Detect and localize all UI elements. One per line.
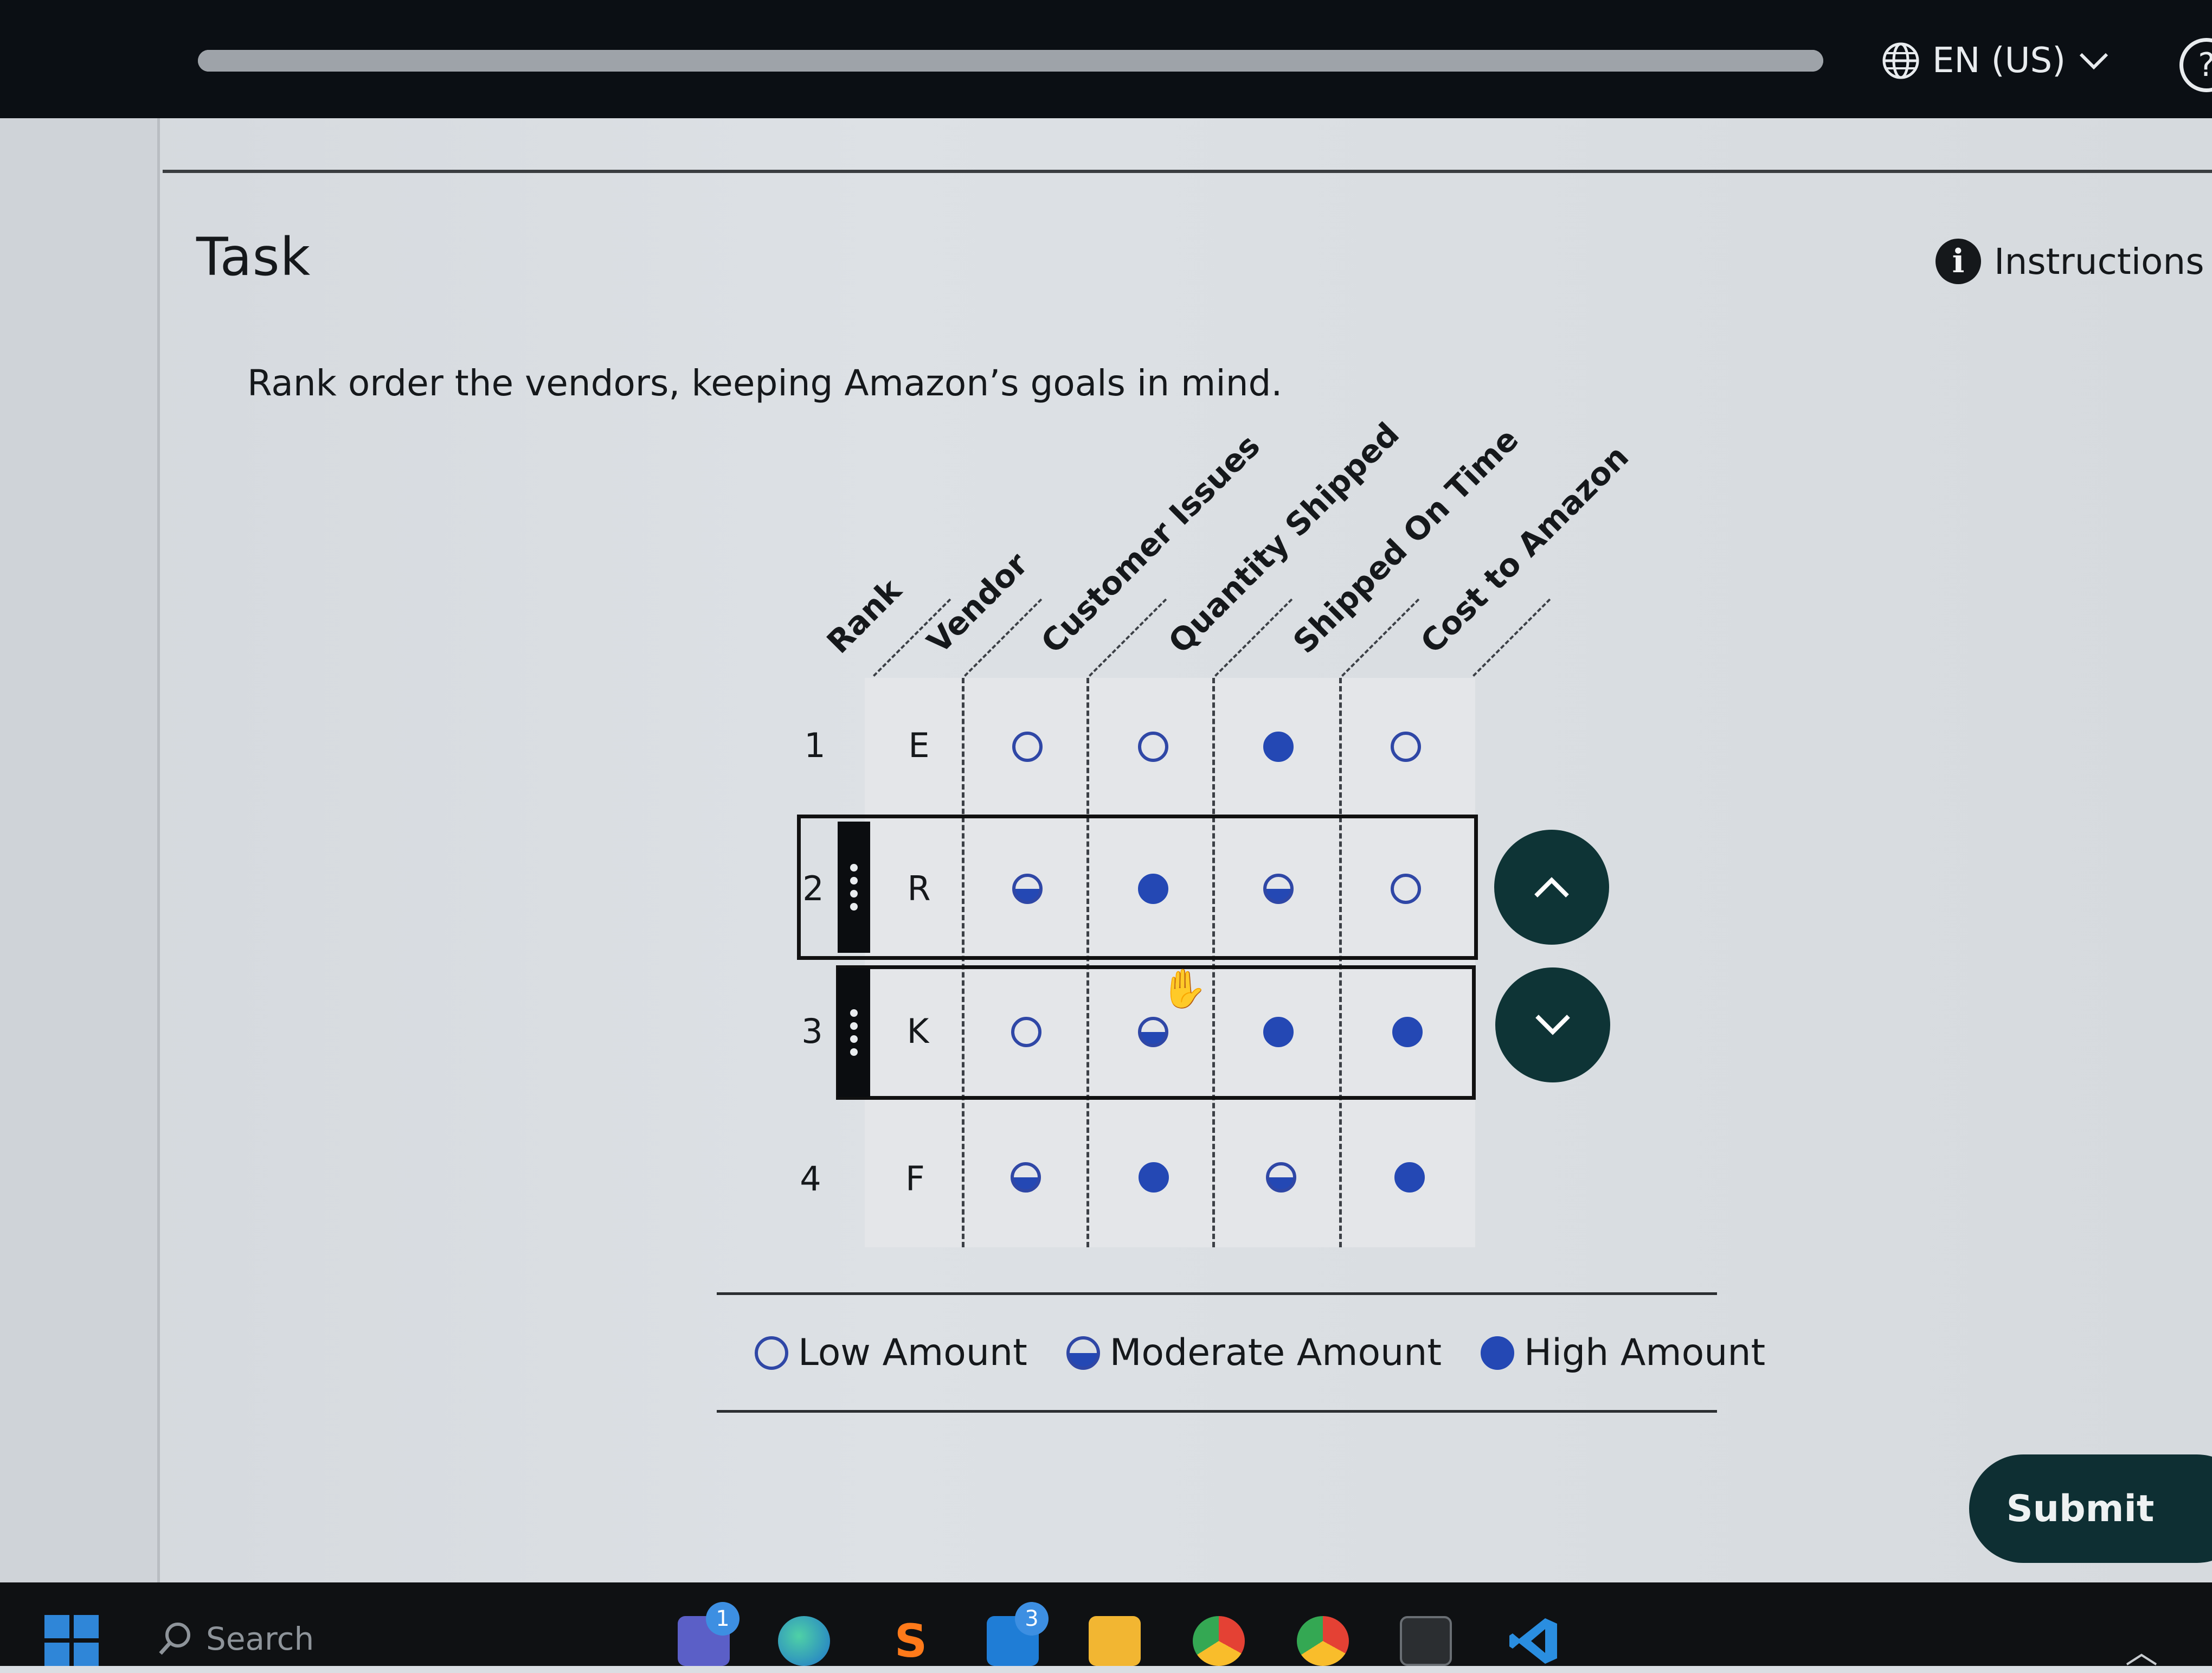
drag-handle-row-3[interactable] bbox=[838, 968, 870, 1097]
vendor-cell: K bbox=[906, 1011, 929, 1051]
low-amount-icon bbox=[1012, 732, 1043, 762]
taskbar-search[interactable]: Search bbox=[157, 1620, 314, 1657]
language-selector[interactable]: EN (US) bbox=[1881, 34, 2110, 88]
teams-icon[interactable]: 1 bbox=[678, 1602, 740, 1666]
rank-cell: 1 bbox=[804, 726, 826, 765]
left-margin bbox=[0, 118, 160, 1582]
column-divider bbox=[1470, 678, 1473, 1247]
high-amount-icon bbox=[1138, 874, 1168, 904]
header-divider bbox=[163, 170, 2212, 173]
notification-badge: 1 bbox=[706, 1602, 740, 1636]
moderate-amount-icon bbox=[1012, 874, 1043, 904]
mail-icon[interactable]: 3 bbox=[987, 1602, 1049, 1666]
os-taskbar: Search 1 S 3 ︿ bbox=[0, 1582, 2212, 1671]
language-label: EN (US) bbox=[1932, 41, 2066, 81]
legend-label: Low Amount bbox=[798, 1331, 1027, 1374]
moderate-amount-icon bbox=[1066, 1336, 1100, 1370]
vendor-cell: R bbox=[907, 869, 931, 908]
progress-bar bbox=[198, 50, 1823, 72]
column-divider bbox=[1339, 678, 1342, 1247]
legend-item-high: High Amount bbox=[1480, 1331, 1766, 1374]
terminal-icon[interactable] bbox=[1400, 1616, 1452, 1666]
top-bar: EN (US) ? bbox=[0, 0, 2212, 118]
chrome-profile-icon[interactable] bbox=[1297, 1616, 1349, 1666]
chrome-icon[interactable] bbox=[1193, 1616, 1245, 1666]
vendor-cell: E bbox=[908, 726, 930, 765]
low-amount-icon bbox=[1391, 874, 1421, 904]
drag-handle-row-2[interactable] bbox=[838, 822, 870, 953]
progress-bar-fill bbox=[198, 50, 1823, 72]
chevron-down-icon bbox=[2079, 53, 2108, 70]
move-up-button[interactable] bbox=[1494, 830, 1609, 945]
high-amount-icon bbox=[1139, 1162, 1169, 1193]
file-explorer-icon[interactable] bbox=[1089, 1616, 1141, 1666]
column-divider bbox=[962, 678, 964, 1247]
vscode-icon[interactable] bbox=[1507, 1616, 1559, 1666]
legend-label: Moderate Amount bbox=[1109, 1331, 1442, 1374]
high-amount-icon bbox=[1263, 732, 1294, 762]
chevron-up-icon bbox=[1534, 877, 1569, 898]
taskbar-search-placeholder: Search bbox=[206, 1620, 314, 1657]
column-divider bbox=[1086, 678, 1089, 1247]
ranking-table bbox=[865, 678, 1475, 1247]
sublime-text-icon[interactable]: S bbox=[885, 1616, 937, 1666]
low-amount-icon bbox=[1011, 1017, 1041, 1047]
chevron-down-icon bbox=[1535, 1015, 1570, 1035]
instructions-button[interactable]: i Instructions bbox=[1935, 239, 2204, 284]
rank-cell: 2 bbox=[802, 869, 824, 908]
page-title: Task bbox=[196, 227, 311, 287]
submit-button[interactable]: Submit bbox=[1969, 1454, 2212, 1563]
search-icon bbox=[159, 1623, 190, 1655]
low-amount-icon bbox=[1138, 732, 1168, 762]
high-amount-icon bbox=[1392, 1017, 1423, 1047]
edge-icon[interactable] bbox=[778, 1616, 830, 1666]
moderate-amount-icon bbox=[1266, 1162, 1296, 1193]
instructions-label: Instructions bbox=[1994, 240, 2204, 283]
legend-label: High Amount bbox=[1523, 1331, 1766, 1374]
high-amount-icon bbox=[1263, 1017, 1294, 1047]
high-amount-icon bbox=[1480, 1336, 1514, 1370]
info-icon: i bbox=[1935, 239, 1981, 284]
legend-item-low: Low Amount bbox=[755, 1331, 1027, 1374]
globe-icon bbox=[1882, 42, 1919, 79]
rank-cell: 4 bbox=[800, 1159, 821, 1198]
vendor-cell: F bbox=[905, 1159, 925, 1198]
legend-divider-top bbox=[717, 1292, 1717, 1295]
legend-divider-bottom bbox=[717, 1410, 1717, 1413]
notification-badge: 3 bbox=[1015, 1602, 1049, 1636]
rank-cell: 3 bbox=[801, 1011, 823, 1051]
task-prompt: Rank order the vendors, keeping Amazon’s… bbox=[247, 362, 1283, 404]
legend: Low Amount Moderate Amount High Amount bbox=[755, 1331, 1793, 1374]
low-amount-icon bbox=[1391, 732, 1421, 762]
help-icon[interactable]: ? bbox=[2179, 38, 2212, 92]
moderate-amount-icon bbox=[1138, 1017, 1168, 1047]
windows-start-icon[interactable] bbox=[44, 1615, 99, 1666]
vscode-logo bbox=[1509, 1618, 1557, 1664]
moderate-amount-icon bbox=[1263, 874, 1294, 904]
legend-item-moderate: Moderate Amount bbox=[1066, 1331, 1442, 1374]
moderate-amount-icon bbox=[1011, 1162, 1041, 1193]
high-amount-icon bbox=[1394, 1162, 1425, 1193]
hand-cursor-icon: ✋ bbox=[1160, 966, 1208, 1011]
move-down-button[interactable] bbox=[1495, 967, 1610, 1082]
column-divider bbox=[1212, 678, 1215, 1247]
low-amount-icon bbox=[755, 1336, 788, 1370]
